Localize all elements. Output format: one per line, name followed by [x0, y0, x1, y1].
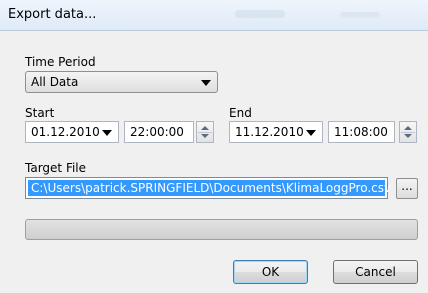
ok-button[interactable]: OK	[233, 260, 308, 284]
end-label: End	[229, 106, 252, 120]
time-period-label: Time Period	[25, 55, 96, 69]
start-time-value: 22:00:00	[130, 125, 184, 139]
start-time-spinner[interactable]	[196, 121, 214, 143]
time-period-value: All Data	[31, 75, 79, 89]
start-date-picker[interactable]: 01.12.2010	[25, 121, 119, 143]
start-label: Start	[25, 106, 55, 120]
export-dialog: Time Period All Data Start 01.12.2010 22…	[0, 31, 428, 293]
chevron-down-icon	[102, 130, 112, 136]
end-date-picker[interactable]: 11.12.2010	[229, 121, 323, 143]
title-bar-decoration	[235, 10, 285, 18]
title-bar: Export data...	[0, 0, 428, 31]
start-date-value: 01.12.2010	[31, 125, 100, 139]
spin-up-icon[interactable]	[404, 126, 412, 130]
cancel-button[interactable]: Cancel	[333, 260, 418, 284]
window-title: Export data...	[8, 7, 97, 22]
chevron-down-icon	[306, 130, 316, 136]
start-time-field[interactable]: 22:00:00	[124, 121, 194, 143]
spin-down-icon[interactable]	[201, 134, 209, 138]
spin-up-icon[interactable]	[201, 126, 209, 130]
time-period-select[interactable]: All Data	[25, 71, 218, 93]
target-file-label: Target File	[25, 161, 87, 175]
browse-button[interactable]: ...	[396, 178, 418, 199]
target-file-input[interactable]: C:\Users\patrick.SPRINGFIELD\Documents\K…	[25, 177, 392, 199]
export-progress-bar	[25, 219, 418, 240]
spin-down-icon[interactable]	[404, 134, 412, 138]
chevron-down-icon	[201, 80, 211, 86]
end-time-field[interactable]: 11:08:00	[328, 121, 395, 143]
end-time-spinner[interactable]	[399, 121, 417, 143]
end-date-value: 11.12.2010	[235, 125, 304, 139]
target-file-path: C:\Users\patrick.SPRINGFIELD\Documents\K…	[31, 181, 392, 195]
title-bar-decoration	[340, 12, 380, 18]
end-time-value: 11:08:00	[334, 125, 388, 139]
